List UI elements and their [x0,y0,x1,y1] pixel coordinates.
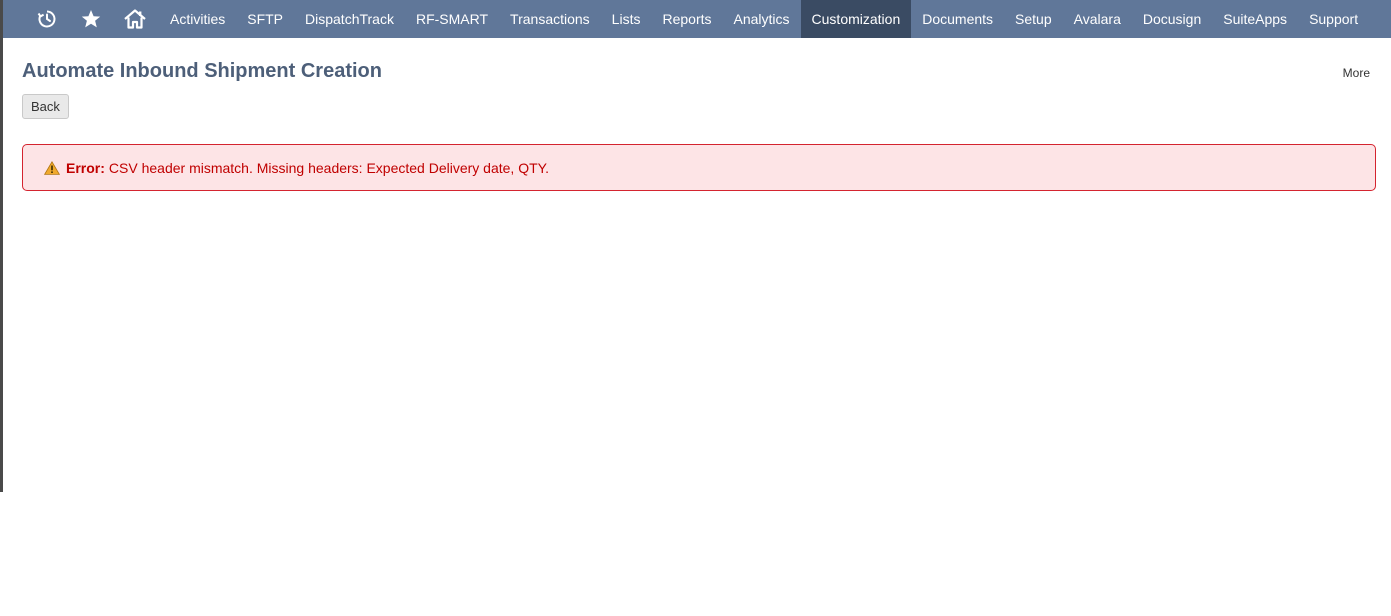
page-title: Automate Inbound Shipment Creation [22,60,382,82]
navbar-icon-group [3,0,168,38]
nav-item-activities[interactable]: Activities [159,0,236,38]
page-frame: Activities SFTP DispatchTrack RF-SMART T… [0,0,1391,616]
star-icon[interactable] [80,8,102,30]
nav-item-rf-smart[interactable]: RF-SMART [405,0,499,38]
nav-item-suiteapps[interactable]: SuiteApps [1212,0,1298,38]
more-menu-link[interactable]: More [1343,66,1370,80]
nav-item-documents[interactable]: Documents [911,0,1004,38]
nav-item-sftp[interactable]: SFTP [236,0,294,38]
nav-item-reports[interactable]: Reports [651,0,722,38]
nav-item-setup[interactable]: Setup [1004,0,1063,38]
nav-item-docusign[interactable]: Docusign [1132,0,1212,38]
nav-item-customization[interactable]: Customization [800,0,912,38]
navbar-menu: Activities SFTP DispatchTrack RF-SMART T… [159,0,1369,38]
nav-item-avalara[interactable]: Avalara [1063,0,1132,38]
nav-item-lists[interactable]: Lists [601,0,652,38]
error-message: CSV header mismatch. Missing headers: Ex… [108,159,550,176]
recent-history-icon[interactable] [36,8,58,30]
warning-icon [44,160,60,175]
left-border [0,0,3,492]
error-label: Error: [66,159,105,176]
nav-item-support[interactable]: Support [1298,0,1369,38]
error-banner: Error: CSV header mismatch. Missing head… [22,144,1376,191]
home-icon[interactable] [124,8,146,30]
nav-item-analytics[interactable]: Analytics [723,0,801,38]
top-navbar: Activities SFTP DispatchTrack RF-SMART T… [3,0,1391,38]
nav-item-dispatchtrack[interactable]: DispatchTrack [294,0,405,38]
nav-item-transactions[interactable]: Transactions [499,0,601,38]
back-button[interactable]: Back [22,94,69,119]
